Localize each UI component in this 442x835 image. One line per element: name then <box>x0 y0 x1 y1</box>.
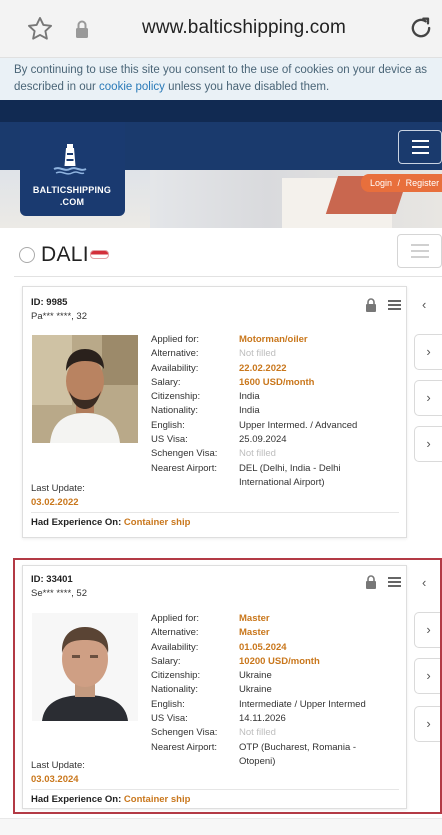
seafarer-card[interactable]: ID: 9985 Pa*** ****, 32 Applied for: Alt… <box>22 286 407 538</box>
label-english: English: <box>151 419 185 431</box>
logo-line-1: BALTICSHIPPING <box>32 185 112 195</box>
cookie-text-2: unless you have disabled them. <box>164 81 330 93</box>
label-us-visa: US Visa: <box>151 434 188 446</box>
menu-bar <box>411 250 429 252</box>
card-name: Pa*** ****, 32 <box>31 311 87 322</box>
back-circle-icon[interactable] <box>19 247 35 263</box>
card-id: ID: 9985 <box>31 297 68 308</box>
logo-line-2: .COM <box>59 197 85 207</box>
side-expand-tab[interactable]: › <box>414 334 442 370</box>
label-availability: Availability: <box>151 362 199 374</box>
side-expand-tab[interactable]: › <box>414 380 442 416</box>
side-collapse-chevron[interactable]: ‹ <box>422 297 426 312</box>
login-register-bar: Login / Register <box>361 174 442 192</box>
url-bar[interactable]: www.balticshipping.com <box>142 17 346 39</box>
value-nationality: India <box>239 405 260 417</box>
menu-bar <box>412 140 429 142</box>
lock-icon <box>76 20 88 38</box>
menu-bar <box>411 244 429 246</box>
label-alternative: Alternative: <box>151 348 199 360</box>
label-salary: Salary: <box>151 376 181 388</box>
browser-toolbar: www.balticshipping.com <box>0 0 442 58</box>
star-icon[interactable] <box>26 15 54 43</box>
card-separator <box>31 512 399 513</box>
seafarer-photo <box>32 335 138 443</box>
lighthouse-icon <box>53 144 87 175</box>
menu-bar <box>412 152 429 154</box>
header-strip <box>0 100 442 122</box>
login-link[interactable]: Login <box>370 178 392 188</box>
flag-icon <box>90 250 109 259</box>
reload-icon[interactable] <box>407 14 435 42</box>
cookie-banner: By continuing to use this site you conse… <box>0 58 442 100</box>
page-bottom <box>0 818 442 835</box>
highlight-frame <box>13 558 442 814</box>
login-separator: / <box>397 178 401 188</box>
value-airport-1: DEL (Delhi, India - Delhi <box>239 462 341 474</box>
value-schengen: Not filled <box>239 448 276 460</box>
value-airport-2: International Airport) <box>239 476 325 488</box>
label-schengen: Schengen Visa: <box>151 448 218 460</box>
last-update-date: 03.02.2022 <box>31 497 79 508</box>
label-citizenship: Citizenship: <box>151 391 201 403</box>
hamburger-menu-button[interactable] <box>398 130 442 164</box>
value-citizenship: India <box>239 391 260 403</box>
experience-row: Had Experience On: Container ship <box>31 517 190 528</box>
filter-menu-button[interactable] <box>397 234 442 268</box>
lock-icon[interactable] <box>365 298 377 312</box>
vessel-name: DALI <box>41 243 89 266</box>
value-english: Upper Intermed. / Advanced <box>239 419 358 431</box>
experience-label: Had Experience On: <box>31 517 122 528</box>
label-airport: Nearest Airport: <box>151 462 217 474</box>
value-applied: Motorman/oiler <box>239 334 308 345</box>
value-salary: 1600 USD/month <box>239 376 315 388</box>
value-alternative: Not filled <box>239 348 276 360</box>
label-nationality: Nationality: <box>151 405 198 417</box>
value-us-visa: 25.09.2024 <box>239 434 287 446</box>
divider <box>14 276 442 277</box>
card-labels: Applied for: Alternative: Availability: … <box>151 333 217 476</box>
last-update-label: Last Update: <box>31 483 85 494</box>
logo-text: BALTICSHIPPING .COM <box>22 184 122 208</box>
list-icon[interactable] <box>388 300 401 310</box>
cookie-policy-link[interactable]: cookie policy <box>99 81 165 93</box>
side-expand-tab[interactable]: › <box>414 426 442 462</box>
experience-link[interactable]: Container ship <box>124 517 191 528</box>
label-applied: Applied for: <box>151 334 200 345</box>
card-values: Motorman/oiler Not filled 22.02.2022 160… <box>239 333 389 490</box>
menu-bar <box>412 146 429 148</box>
register-link[interactable]: Register <box>406 178 440 188</box>
value-availability: 22.02.2022 <box>239 362 287 374</box>
menu-bar <box>411 256 429 258</box>
